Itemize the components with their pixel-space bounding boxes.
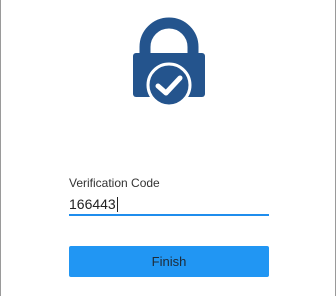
window-frame: Verification Code Finish [0,0,336,296]
verification-code-label: Verification Code [69,176,160,190]
text-caret [117,197,118,212]
lock-check-icon [133,17,205,108]
finish-button[interactable]: Finish [69,246,269,277]
verification-code-input[interactable] [69,194,269,216]
